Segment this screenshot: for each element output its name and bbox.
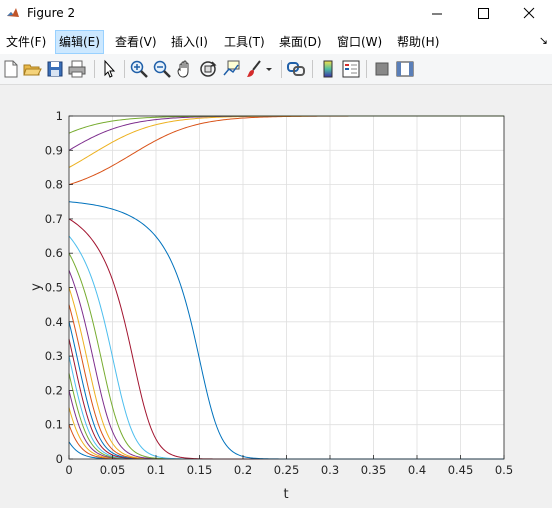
y-axis-label: y — [29, 283, 44, 291]
y-tick-label: 0.9 — [45, 143, 63, 157]
maximize-icon — [478, 8, 489, 19]
x-tick-label: 0.2 — [234, 463, 252, 477]
x-tick-label: 0.1 — [147, 463, 165, 477]
x-tick-label: 0.3 — [321, 463, 339, 477]
menu-window[interactable]: 窗口(W) — [337, 33, 382, 50]
y-tick-label: 0.6 — [45, 246, 63, 260]
show-plot-tools-icon[interactable] — [395, 59, 415, 79]
menu-desktop[interactable]: 桌面(D) — [279, 33, 322, 50]
x-tick-label: 0.15 — [187, 463, 213, 477]
toolbar-separator — [312, 60, 313, 78]
pointer-icon[interactable] — [99, 59, 119, 79]
toolbar-separator — [366, 60, 367, 78]
menu-edit[interactable]: 编辑(E) — [55, 30, 104, 54]
hide-plot-tools-icon[interactable] — [372, 59, 392, 79]
x-tick-label: 0.35 — [361, 463, 387, 477]
open-file-icon[interactable] — [22, 59, 42, 79]
print-icon[interactable] — [67, 59, 87, 79]
title-bar: Figure 2 — [0, 0, 552, 28]
y-tick-label: 1 — [56, 109, 63, 123]
x-tick-label: 0.5 — [495, 463, 513, 477]
brush-dropdown-icon[interactable] — [264, 59, 274, 79]
save-icon[interactable] — [45, 59, 65, 79]
y-tick-label: 0.2 — [45, 383, 63, 397]
x-tick-label: 0.45 — [448, 463, 474, 477]
menu-insert[interactable]: 插入(I) — [171, 33, 208, 50]
minimize-icon — [432, 13, 442, 15]
x-axis-label: t — [283, 487, 288, 502]
x-tick-label: 0.25 — [274, 463, 300, 477]
menu-file[interactable]: 文件(F) — [6, 33, 46, 50]
figure-canvas: 0 0.05 0.1 0.15 0.2 0.25 0.3 0.35 0.4 0.45 0.5 0 0.1… — [0, 85, 552, 504]
window-title: Figure 2 — [27, 6, 76, 20]
menu-bar: 文件(F) 编辑(E) 查看(V) 插入(I) 工具(T) 桌面(D) 窗口(W… — [0, 28, 552, 54]
close-icon — [523, 7, 535, 19]
menu-overflow-icon[interactable]: ↘ — [539, 34, 548, 47]
y-tick-label: 0.3 — [45, 349, 63, 363]
y-tick-label: 0.4 — [45, 315, 63, 329]
legend-icon[interactable] — [341, 59, 361, 79]
link-plot-icon[interactable] — [286, 59, 306, 79]
x-tick-label: 0.05 — [100, 463, 126, 477]
maximize-button[interactable] — [460, 0, 506, 28]
close-button[interactable] — [506, 0, 552, 28]
x-tick-label: 0.4 — [408, 463, 426, 477]
zoom-out-icon[interactable] — [152, 59, 172, 79]
y-tick-label: 0.7 — [45, 212, 63, 226]
y-tick-label: 0.8 — [45, 178, 63, 192]
matlab-logo-icon — [7, 8, 19, 17]
toolbar-separator — [94, 60, 95, 78]
plot-svg: 0 0.05 0.1 0.15 0.2 0.25 0.3 0.35 0.4 0.45 0.5 0 0.1… — [29, 109, 513, 502]
zoom-in-icon[interactable] — [129, 59, 149, 79]
data-cursor-icon[interactable] — [221, 59, 241, 79]
menu-view[interactable]: 查看(V) — [115, 33, 157, 50]
toolbar-separator — [281, 60, 282, 78]
y-tick-label: 0.1 — [45, 418, 63, 432]
toolbar-separator — [124, 60, 125, 78]
y-tick-label: 0 — [56, 452, 63, 466]
x-tick-label: 0 — [65, 463, 72, 477]
brush-icon[interactable] — [244, 59, 264, 79]
menu-tools[interactable]: 工具(T) — [224, 33, 265, 50]
figure-toolbar — [0, 54, 552, 85]
colorbar-icon[interactable] — [318, 59, 338, 79]
rotate-3d-icon[interactable] — [198, 59, 218, 79]
minimize-button[interactable] — [414, 0, 460, 28]
y-tick-label: 0.5 — [45, 281, 63, 295]
pan-icon[interactable] — [175, 59, 195, 79]
menu-help[interactable]: 帮助(H) — [397, 33, 439, 50]
new-figure-icon[interactable] — [1, 59, 21, 79]
